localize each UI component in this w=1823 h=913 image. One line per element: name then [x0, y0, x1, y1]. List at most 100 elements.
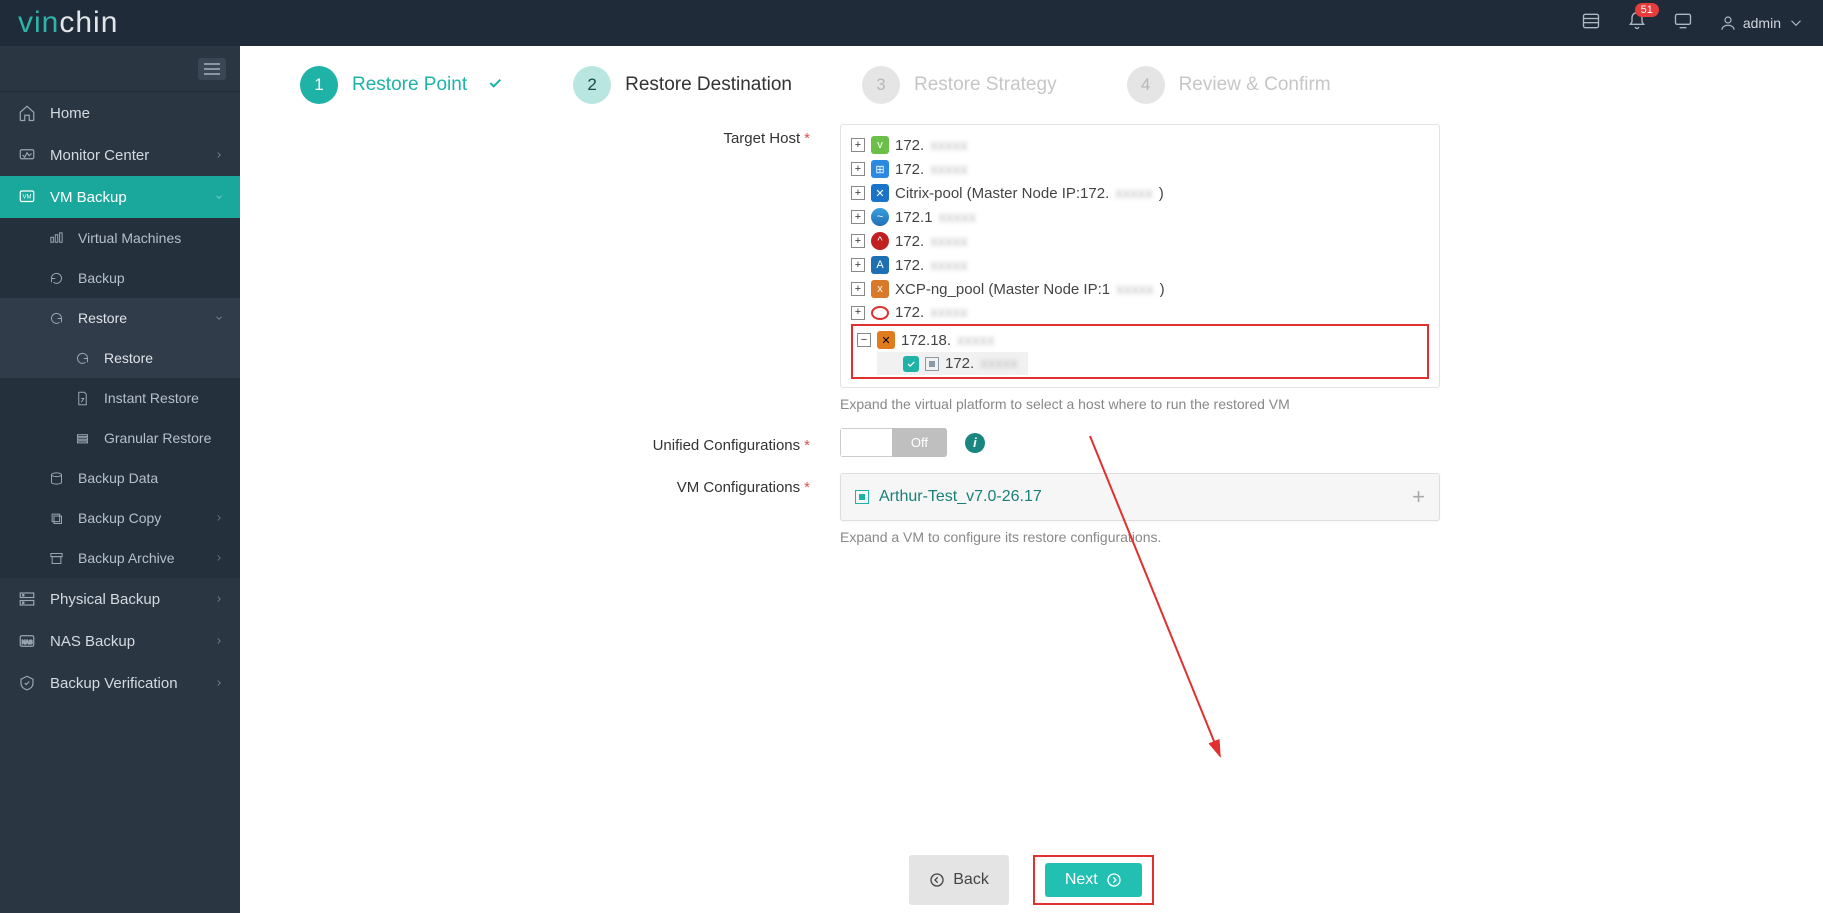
- check-icon: [487, 75, 503, 96]
- host-node[interactable]: +xXCP-ng_pool (Master Node IP:1xxxxx): [851, 277, 1429, 301]
- target-host-tree: +v172.xxxxx +⊞172.xxxxx +✕Citrix-pool (M…: [840, 124, 1440, 388]
- expand-icon[interactable]: +: [851, 186, 865, 200]
- step-number: 2: [573, 66, 611, 104]
- host-child-selected[interactable]: 172.xxxxx: [877, 352, 1028, 375]
- sidebar-item-instant-restore[interactable]: Instant Restore: [0, 378, 240, 418]
- monitor-icon[interactable]: [1673, 11, 1693, 36]
- sidebar-item-backup-verification[interactable]: Backup Verification: [0, 662, 240, 704]
- step-review-confirm[interactable]: 4 Review & Confirm: [1127, 66, 1331, 104]
- chevron-right-icon: [214, 510, 224, 526]
- sidebar-label: Backup: [78, 270, 125, 286]
- next-button-highlight: Next: [1033, 855, 1154, 905]
- sidebar-item-restore[interactable]: Restore: [0, 298, 240, 338]
- backup-data-icon: [46, 471, 66, 486]
- collapse-icon[interactable]: −: [857, 333, 871, 347]
- expand-icon[interactable]: +: [851, 282, 865, 296]
- selected-host-highlight: −✕172.18.xxxxx 172.xxxxx: [851, 324, 1429, 379]
- instant-restore-icon: [72, 391, 92, 406]
- server-icon: [925, 357, 939, 371]
- step-restore-destination[interactable]: 2 Restore Destination: [573, 66, 792, 104]
- sidebar-item-backup[interactable]: Backup: [0, 258, 240, 298]
- sidebar-label: Monitor Center: [50, 147, 149, 164]
- vm-configurations-hint: Expand a VM to configure its restore con…: [840, 529, 1440, 545]
- host-node[interactable]: +A172.xxxxx: [851, 253, 1429, 277]
- physical-backup-icon: [16, 590, 38, 608]
- expand-icon[interactable]: +: [851, 162, 865, 176]
- main-content: 1 Restore Point 2 Restore Destination 3 …: [240, 46, 1823, 913]
- sidebar-label: Backup Data: [78, 470, 158, 486]
- chevron-right-icon: [214, 591, 224, 608]
- notifications-button[interactable]: 51: [1627, 11, 1647, 36]
- sidebar-item-backup-data[interactable]: Backup Data: [0, 458, 240, 498]
- expand-icon[interactable]: +: [851, 258, 865, 272]
- chevron-right-icon: [214, 550, 224, 566]
- expand-plus-icon[interactable]: +: [1412, 484, 1425, 510]
- restore-icon: [46, 311, 66, 326]
- sidebar-item-backup-copy[interactable]: Backup Copy: [0, 498, 240, 538]
- vmware-icon: v: [871, 136, 889, 154]
- sidebar-label: Backup Verification: [50, 675, 178, 692]
- host-node[interactable]: +~172.1xxxxx: [851, 205, 1429, 229]
- next-button[interactable]: Next: [1045, 863, 1142, 897]
- sidebar-item-granular-restore[interactable]: Granular Restore: [0, 418, 240, 458]
- sidebar-label: Virtual Machines: [78, 230, 181, 246]
- restore-sub-icon: [72, 351, 92, 366]
- vm-backup-icon: VM: [16, 188, 38, 206]
- checked-icon: [903, 356, 919, 372]
- virtual-machines-icon: [46, 231, 66, 246]
- sidebar-label: Restore: [104, 350, 153, 366]
- sidebar-item-virtual-machines[interactable]: Virtual Machines: [0, 218, 240, 258]
- chevron-down-icon: [214, 189, 224, 206]
- sidebar-item-restore-sub[interactable]: Restore: [0, 338, 240, 378]
- step-number: 1: [300, 66, 338, 104]
- sidebar: Home Monitor Center VM VM Backup Virtual…: [0, 46, 240, 913]
- vm-configurations-item[interactable]: Arthur-Test_v7.0-26.17 +: [840, 473, 1440, 521]
- sidebar-item-physical-backup[interactable]: Physical Backup: [0, 578, 240, 620]
- username-label: admin: [1743, 15, 1781, 31]
- sidebar-item-vm-backup[interactable]: VM VM Backup: [0, 176, 240, 218]
- logo-part1: vin: [18, 6, 59, 40]
- monitor-center-icon: [16, 146, 38, 164]
- backup-icon: [46, 271, 66, 286]
- sidebar-label: Backup Archive: [78, 550, 175, 566]
- info-icon[interactable]: i: [965, 433, 985, 453]
- ovirt-icon: [871, 306, 889, 320]
- step-number: 4: [1127, 66, 1165, 104]
- host-node[interactable]: +172.xxxxx: [851, 301, 1429, 324]
- back-button[interactable]: Back: [909, 855, 1009, 905]
- step-restore-strategy[interactable]: 3 Restore Strategy: [862, 66, 1057, 104]
- sidebar-label: Restore: [78, 310, 127, 326]
- expand-icon[interactable]: +: [851, 306, 865, 320]
- host-node[interactable]: +✕Citrix-pool (Master Node IP:172.xxxxx): [851, 181, 1429, 205]
- citrix-icon: ✕: [871, 184, 889, 202]
- toggle-on-side: [840, 428, 892, 457]
- host-node-expanded[interactable]: −✕172.18.xxxxx: [857, 328, 1423, 352]
- list-icon[interactable]: [1581, 11, 1601, 36]
- backup-copy-icon: [46, 511, 66, 526]
- expand-icon[interactable]: +: [851, 138, 865, 152]
- expand-icon[interactable]: +: [851, 210, 865, 224]
- unified-configurations-label: Unified Configurations*: [540, 431, 840, 454]
- nas-backup-icon: NAS: [16, 632, 38, 650]
- step-label: Restore Point: [352, 74, 467, 96]
- sidebar-item-home[interactable]: Home: [0, 92, 240, 134]
- unified-configurations-toggle[interactable]: Off: [840, 428, 947, 457]
- user-menu[interactable]: admin: [1719, 14, 1805, 32]
- sidebar-toggle[interactable]: [198, 58, 226, 80]
- sidebar-item-backup-archive[interactable]: Backup Archive: [0, 538, 240, 578]
- expand-icon[interactable]: +: [851, 234, 865, 248]
- vm-configurations-label: VM Configurations*: [540, 473, 840, 496]
- xcp-icon: x: [871, 280, 889, 298]
- sidebar-label: VM Backup: [50, 189, 127, 206]
- host-node[interactable]: +⊞172.xxxxx: [851, 157, 1429, 181]
- sidebar-item-monitor-center[interactable]: Monitor Center: [0, 134, 240, 176]
- sidebar-item-nas-backup[interactable]: NAS NAS Backup: [0, 620, 240, 662]
- backup-archive-icon: [46, 551, 66, 566]
- hyperv-icon: ⊞: [871, 160, 889, 178]
- sidebar-label: NAS Backup: [50, 633, 135, 650]
- sidebar-label: Physical Backup: [50, 591, 160, 608]
- svg-text:VM: VM: [23, 195, 32, 201]
- step-restore-point[interactable]: 1 Restore Point: [300, 66, 503, 104]
- host-node[interactable]: +^172.xxxxx: [851, 229, 1429, 253]
- host-node[interactable]: +v172.xxxxx: [851, 133, 1429, 157]
